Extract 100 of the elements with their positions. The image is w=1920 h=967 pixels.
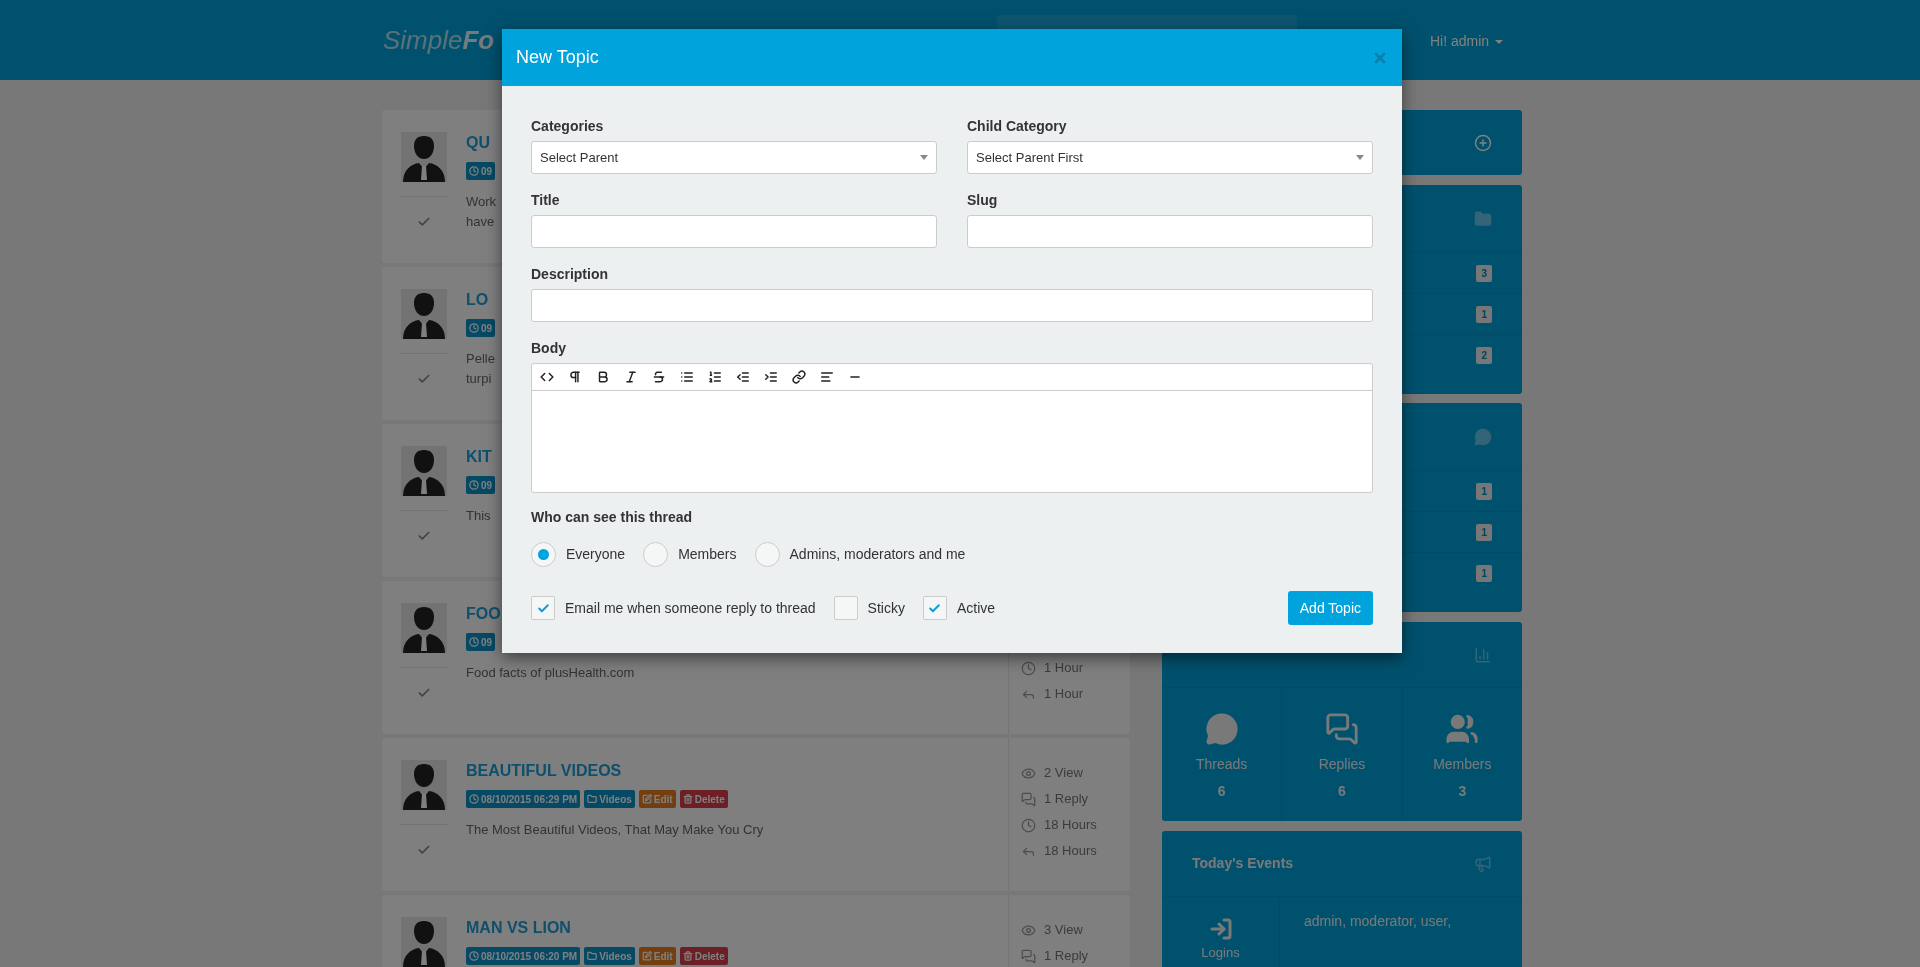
site-logo[interactable]: SimpleFo (383, 27, 495, 53)
check-icon (417, 529, 431, 543)
clock-icon (1021, 817, 1036, 833)
italic-icon[interactable] (624, 370, 638, 384)
eye-icon (1021, 922, 1036, 938)
stat-text: 3 View (1044, 921, 1083, 940)
clock-icon (469, 951, 479, 961)
radio-button[interactable] (754, 542, 780, 567)
chat-bubbles-icon (1021, 791, 1036, 807)
stat-label: Threads (1196, 755, 1248, 774)
date-tag: 09 (466, 633, 496, 651)
clock-icon (469, 637, 479, 647)
count-badge: 3 (1476, 264, 1492, 282)
text-field[interactable] (967, 215, 1373, 248)
trash-icon (682, 794, 693, 804)
strikethrough-icon[interactable] (652, 370, 666, 384)
chat-bubbles-icon (1021, 948, 1036, 964)
date-tag: 09 (466, 319, 496, 337)
stat-text: 1 Hour (1044, 659, 1084, 678)
topic-excerpt: The Most Beautiful Videos, That May Make You Cry (466, 821, 764, 839)
topic-excerpt: Food facts of plusHealth.com (466, 664, 635, 682)
check-icon (417, 686, 431, 700)
stat-label: Replies (1318, 755, 1366, 774)
topic-title[interactable]: BEAUTIFUL VIDEOS (466, 760, 622, 782)
topic-title[interactable]: QU (466, 132, 490, 154)
checkbox-option[interactable]: Sticky (833, 596, 905, 620)
bulleted-list-icon[interactable] (680, 370, 694, 384)
topic-title[interactable]: KIT (466, 446, 492, 468)
field-label: Body (531, 339, 566, 358)
radio-option[interactable]: Admins, moderators and me (754, 542, 966, 567)
topic-title[interactable]: MAN VS LION (466, 917, 571, 939)
indent-icon[interactable] (764, 370, 778, 384)
stat-label: Members (1433, 755, 1492, 774)
topic-excerpt: turpi (466, 370, 492, 388)
user-menu[interactable]: Hi! admin (1430, 31, 1504, 52)
caret-icon (920, 155, 928, 160)
user-avatar-icon (401, 132, 447, 182)
event-label: Logins (1201, 944, 1240, 962)
date-tag: 09 (466, 162, 496, 180)
outdent-icon[interactable] (736, 370, 750, 384)
link-icon[interactable] (792, 370, 806, 384)
add-topic-button[interactable]: Add Topic (1287, 591, 1373, 625)
category-tag[interactable]: Videos (584, 947, 635, 965)
checkmark-icon (536, 601, 550, 615)
delete-button[interactable]: Delete (679, 947, 728, 965)
dialog-title: New Topic (516, 46, 599, 69)
chat-bubble-icon (1474, 427, 1492, 446)
numbered-list-icon[interactable] (708, 370, 722, 384)
stat-value: 3 (1458, 782, 1467, 801)
checkbox-option[interactable]: Email me when someone reply to thread (531, 596, 816, 620)
text-field[interactable] (531, 289, 1373, 322)
clock-icon (469, 480, 479, 490)
field-label: Categories (531, 117, 604, 136)
stat-text: 2 View (1044, 764, 1083, 783)
code-icon[interactable] (540, 370, 554, 384)
count-badge: 1 (1476, 523, 1492, 541)
field-label: Title (531, 191, 560, 210)
user-avatar-icon (401, 603, 447, 653)
clock-icon (469, 166, 479, 176)
text-field[interactable] (531, 215, 937, 248)
topic-title[interactable]: LO (466, 289, 489, 311)
check-icon (417, 215, 431, 229)
edit-button[interactable]: Edit (638, 947, 676, 965)
folder-icon (587, 951, 598, 961)
radio-option[interactable]: Everyone (531, 542, 626, 567)
checkbox-option[interactable]: Active (922, 596, 996, 620)
align-left-icon[interactable] (820, 370, 834, 384)
bold-icon[interactable] (596, 370, 610, 384)
user-avatar-icon (401, 446, 447, 496)
topic-title[interactable]: FOO (466, 603, 501, 625)
date-tag: 08/10/2015 06:29 PM (466, 790, 581, 808)
pencil-square-icon (641, 951, 652, 961)
radio-button[interactable] (531, 542, 556, 567)
edit-button[interactable]: Edit (638, 790, 676, 808)
megaphone-icon (1474, 854, 1492, 873)
eye-icon (1021, 765, 1036, 781)
caret-icon (1356, 155, 1364, 160)
count-badge: 2 (1476, 347, 1492, 364)
checkbox[interactable] (833, 596, 858, 620)
checkbox[interactable] (922, 596, 947, 620)
check-icon (417, 843, 431, 857)
topic-excerpt: have (466, 213, 495, 231)
delete-button[interactable]: Delete (679, 790, 728, 808)
radio-option[interactable]: Members (643, 542, 737, 567)
trash-icon (682, 951, 693, 961)
clock-icon (469, 323, 479, 333)
category-tag[interactable]: Videos (584, 790, 635, 808)
checkbox[interactable] (531, 596, 555, 620)
stat-text: 18 Hours (1044, 842, 1097, 861)
event-users: admin, moderator, user, (1304, 912, 1452, 931)
pencil-square-icon (641, 794, 652, 804)
select-dropdown[interactable]: Select Parent (531, 141, 937, 174)
date-tag: 09 (466, 476, 496, 494)
stat-text: 18 Hours (1044, 816, 1097, 835)
radio-button[interactable] (643, 542, 669, 567)
paragraph-icon[interactable] (568, 370, 582, 384)
chat-bubbles-outline-icon (1323, 712, 1361, 746)
count-badge: 1 (1476, 482, 1492, 500)
topic-excerpt: This (466, 507, 491, 525)
select-dropdown[interactable]: Select Parent First (967, 141, 1373, 174)
